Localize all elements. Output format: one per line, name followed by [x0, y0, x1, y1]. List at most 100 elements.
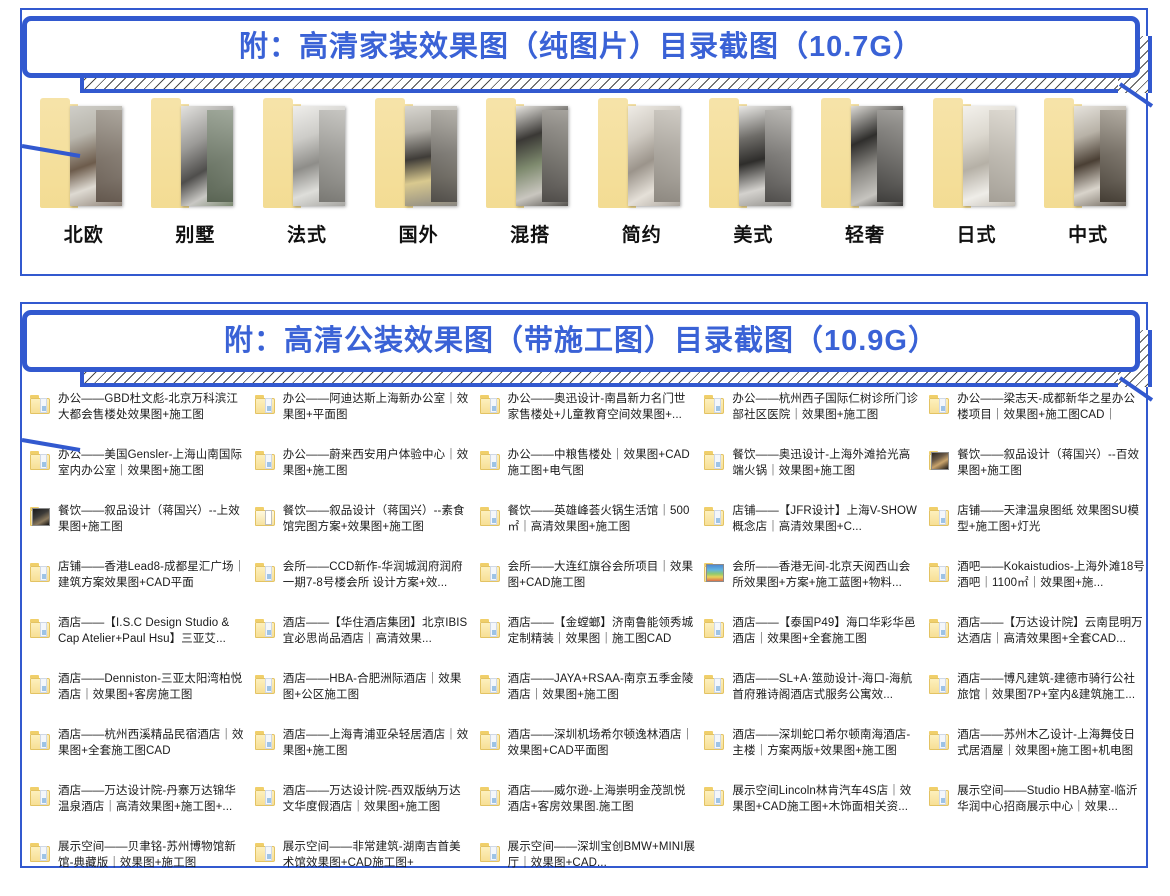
- folder-item[interactable]: 日式: [926, 98, 1028, 247]
- folder-item[interactable]: 简约: [591, 98, 693, 247]
- folder-item[interactable]: 北欧: [33, 98, 135, 247]
- list-item-label: 酒店——Denniston-三亚太阳湾柏悦酒店｜效果图+客房施工图: [58, 673, 243, 701]
- list-item[interactable]: 酒店——威尔逊-上海崇明金茂凯悦酒店+客房效果图.施工图: [474, 784, 696, 840]
- list-item[interactable]: 办公——梁志天-成都新华之星办公楼项目｜效果图+施工图CAD｜: [923, 392, 1145, 448]
- list-item[interactable]: 酒店——杭州西溪精品民宿酒店｜效果图+全套施工图CAD: [24, 728, 246, 784]
- list-item[interactable]: 餐饮——叙品设计（蒋国兴）--上效果图+施工图: [24, 504, 246, 560]
- folder-item[interactable]: 国外: [368, 98, 470, 247]
- list-item[interactable]: 展示空间——深圳宝创BMW+MINI展厅｜效果图+CAD...: [474, 840, 696, 896]
- list-item[interactable]: 餐饮——叙品设计（蒋国兴）--百效果图+施工图: [923, 448, 1145, 504]
- folder-icon: [929, 507, 951, 527]
- list-item[interactable]: 办公——GBD杜文彪-北京万科滨江大都会售楼处效果图+施工图: [24, 392, 246, 448]
- list-item-label: 展示空间——非常建筑-湖南吉首美术馆效果图+CAD施工图+: [282, 841, 461, 869]
- list-item[interactable]: 办公——美国Gensler-上海山南国际室内办公室｜效果图+施工图: [24, 448, 246, 504]
- folder-icon: [929, 787, 951, 807]
- list-item[interactable]: 酒店——Denniston-三亚太阳湾柏悦酒店｜效果图+客房施工图: [24, 672, 246, 728]
- list-item[interactable]: 办公——杭州西子国际仁树诊所门诊部社区医院｜效果图+施工图: [698, 392, 920, 448]
- list-item-label: 会所——CCD新作-华润城润府润府一期7-8号楼会所 设计方案+效...: [282, 561, 463, 589]
- home-decoration-section: 附：高清家装效果图（纯图片）目录截图（10.7G） 北欧 别墅 法式 国外 混搭…: [20, 8, 1154, 276]
- list-item[interactable]: 酒店——【泰国P49】海口华彩华邑酒店｜效果图+全套施工图: [698, 616, 920, 672]
- list-item-label: 酒店——【I.S.C Design Studio & Cap Atelier+P…: [58, 617, 230, 645]
- folder-item[interactable]: 美式: [702, 98, 804, 247]
- list-item-label: 酒吧——Kokaistudios-上海外滩18号酒吧｜1100㎡｜效果图+施..…: [957, 561, 1145, 589]
- list-item[interactable]: 餐饮——奥迅设计-上海外滩拾光高端火锅｜效果图+施工图: [698, 448, 920, 504]
- folder-icon: [30, 395, 52, 415]
- list-item[interactable]: 酒店——【金螳螂】济南鲁能领秀城定制精装｜效果图｜施工图CAD: [474, 616, 696, 672]
- list-item[interactable]: 酒店——上海青浦亚朵轻居酒店｜效果图+施工图: [249, 728, 471, 784]
- list-item[interactable]: 办公——中粮售楼处｜效果图+CAD施工图+电气图: [474, 448, 696, 504]
- list-item[interactable]: 展示空间——非常建筑-湖南吉首美术馆效果图+CAD施工图+: [249, 840, 471, 896]
- folder-icon: [704, 395, 726, 415]
- list-item[interactable]: 店铺——香港Lead8-成都星汇广场｜建筑方案效果图+CAD平面: [24, 560, 246, 616]
- folder-icon: [30, 675, 52, 695]
- list-item-label: 会所——大连红旗谷会所项目｜效果图+CAD施工图: [507, 561, 694, 589]
- list-item[interactable]: 酒店——【万达设计院】云南昆明万达酒店｜高清效果图+全套CAD...: [923, 616, 1145, 672]
- list-item[interactable]: 酒店——JAYA+RSAA-南京五季金陵酒店｜效果图+施工图: [474, 672, 696, 728]
- folder-icon: [254, 675, 277, 695]
- list-item-label: 办公——美国Gensler-上海山南国际室内办公室｜效果图+施工图: [58, 449, 243, 477]
- list-item[interactable]: 酒店——HBA-合肥洲际酒店｜效果图+公区施工图: [249, 672, 471, 728]
- list-item-label: 餐饮——叙品设计（蒋国兴）--百效果图+施工图: [957, 449, 1140, 477]
- folder-label: 法式: [286, 225, 327, 246]
- folder-icon: [929, 731, 951, 751]
- folder-icon: [30, 451, 52, 471]
- list-item[interactable]: 酒店——【华住酒店集团】北京IBIS宜必思尚品酒店｜高清效果...: [249, 616, 471, 672]
- list-item[interactable]: 会所——香港无间-北京天阅西山会所效果图+方案+施工蓝图+物料...: [698, 560, 920, 616]
- list-item[interactable]: 办公——奥迅设计-南昌新力名门世家售楼处+儿童教育空间效果图+...: [474, 392, 696, 448]
- list-item-label: 店铺——天津温泉图纸 效果图SU模型+施工图+灯光: [957, 505, 1140, 533]
- list-item[interactable]: 展示空间Lincoln林肯汽车4S店｜效果图+CAD施工图+木饰面相关资...: [698, 784, 920, 840]
- folder-label: 日式: [956, 225, 997, 246]
- list-item-label: 酒店——博凡建筑-建德市骑行公社旅馆｜效果图7P+室内&建筑施工...: [957, 673, 1136, 701]
- list-item[interactable]: 展示空间——Studio HBA赫室-临沂华润中心招商展示中心｜效果...: [923, 784, 1145, 840]
- list-item-label: 酒店——JAYA+RSAA-南京五季金陵酒店｜效果图+施工图: [507, 673, 694, 701]
- list-item[interactable]: 酒店——深圳蛇口希尔顿南海酒店-主楼｜方案两版+效果图+施工图: [698, 728, 920, 784]
- list-item-label: 酒店——上海青浦亚朵轻居酒店｜效果图+施工图: [282, 729, 469, 757]
- folder-icon: [254, 563, 277, 583]
- list-item[interactable]: 酒店——【I.S.C Design Studio & Cap Atelier+P…: [24, 616, 246, 672]
- folder-icon: [704, 675, 726, 695]
- folder-icon: [704, 731, 726, 751]
- list-item[interactable]: 酒店——深圳机场希尔顿逸林酒店｜效果图+CAD平面图: [474, 728, 696, 784]
- folder-label: 轻奢: [844, 225, 885, 246]
- folder-item[interactable]: 混搭: [479, 98, 581, 247]
- list-item[interactable]: 会所——CCD新作-华润城润府润府一期7-8号楼会所 设计方案+效...: [249, 560, 471, 616]
- photo-folder-icon: [151, 98, 239, 210]
- list-item[interactable]: 办公——阿迪达斯上海新办公室｜效果图+平面图: [249, 392, 471, 448]
- folder-icon: [479, 675, 502, 695]
- folder-icon: [704, 787, 726, 807]
- photo-folder-icon: [709, 98, 797, 210]
- list-item[interactable]: 酒吧——Kokaistudios-上海外滩18号酒吧｜1100㎡｜效果图+施..…: [923, 560, 1145, 616]
- list-item[interactable]: 餐饮——英雄峰荟火锅生活馆｜500㎡｜高清效果图+施工图: [474, 504, 696, 560]
- list-item[interactable]: 办公——蔚来西安用户体验中心｜效果图+施工图: [249, 448, 471, 504]
- list-item[interactable]: 酒店——万达设计院-西双版纳万达文华度假酒店｜效果图+施工图: [249, 784, 471, 840]
- list-item[interactable]: 酒店——万达设计院-丹寨万达锦华温泉酒店｜高清效果图+施工图+...: [24, 784, 246, 840]
- folder-list-column: 办公——梁志天-成都新华之星办公楼项目｜效果图+施工图CAD｜ 餐饮——叙品设计…: [923, 392, 1148, 896]
- folder-icon: [704, 619, 726, 639]
- list-item-label: 酒店——HBA-合肥洲际酒店｜效果图+公区施工图: [282, 673, 462, 701]
- photo-folder-icon: [1044, 98, 1132, 210]
- folder-icon: [254, 395, 277, 415]
- list-item[interactable]: 酒店——SL+A·筮勋设计-海口-海航首府雅诗阁酒店式服务公寓效...: [698, 672, 920, 728]
- list-item[interactable]: 酒店——苏州木乙设计-上海舞伎日式居酒屋｜效果图+施工图+机电图: [923, 728, 1145, 784]
- list-item[interactable]: 店铺——【JFR设计】上海V-SHOW概念店｜高清效果图+C...: [698, 504, 920, 560]
- list-item[interactable]: 店铺——天津温泉图纸 效果图SU模型+施工图+灯光: [923, 504, 1145, 560]
- list-item[interactable]: 酒店——博凡建筑-建德市骑行公社旅馆｜效果图7P+室内&建筑施工...: [923, 672, 1145, 728]
- folder-icon: [479, 507, 502, 527]
- folder-list-column: 办公——杭州西子国际仁树诊所门诊部社区医院｜效果图+施工图 餐饮——奥迅设计-上…: [698, 392, 923, 896]
- photo-folder-icon: [932, 98, 1021, 210]
- photo-folder-icon: [486, 98, 574, 210]
- section-two-title: 附：高清公装效果图（带施工图）目录截图（10.9G）: [223, 324, 938, 357]
- folder-item[interactable]: 轻奢: [814, 98, 916, 247]
- folder-icon: [929, 675, 951, 695]
- folder-item[interactable]: 中式: [1037, 98, 1139, 247]
- folder-icon: [479, 451, 502, 471]
- list-item[interactable]: 展示空间——贝聿铭-苏州博物馆新馆-典藏版｜效果图+施工图: [24, 840, 246, 896]
- list-item[interactable]: 会所——大连红旗谷会所项目｜效果图+CAD施工图: [474, 560, 696, 616]
- folder-thumbnail-icon: [929, 451, 951, 471]
- list-item-label: 酒店——【泰国P49】海口华彩华邑酒店｜效果图+全套施工图: [732, 617, 916, 645]
- folder-item[interactable]: 法式: [256, 98, 358, 247]
- list-item-label: 酒店——SL+A·筮勋设计-海口-海航首府雅诗阁酒店式服务公寓效...: [732, 673, 913, 701]
- list-item[interactable]: 餐饮——叙品设计（蒋国兴）--素食馆完图方案+效果图+施工图: [249, 504, 471, 560]
- folder-item[interactable]: 别墅: [144, 98, 246, 247]
- list-item-label: 餐饮——叙品设计（蒋国兴）--素食馆完图方案+效果图+施工图: [282, 505, 465, 533]
